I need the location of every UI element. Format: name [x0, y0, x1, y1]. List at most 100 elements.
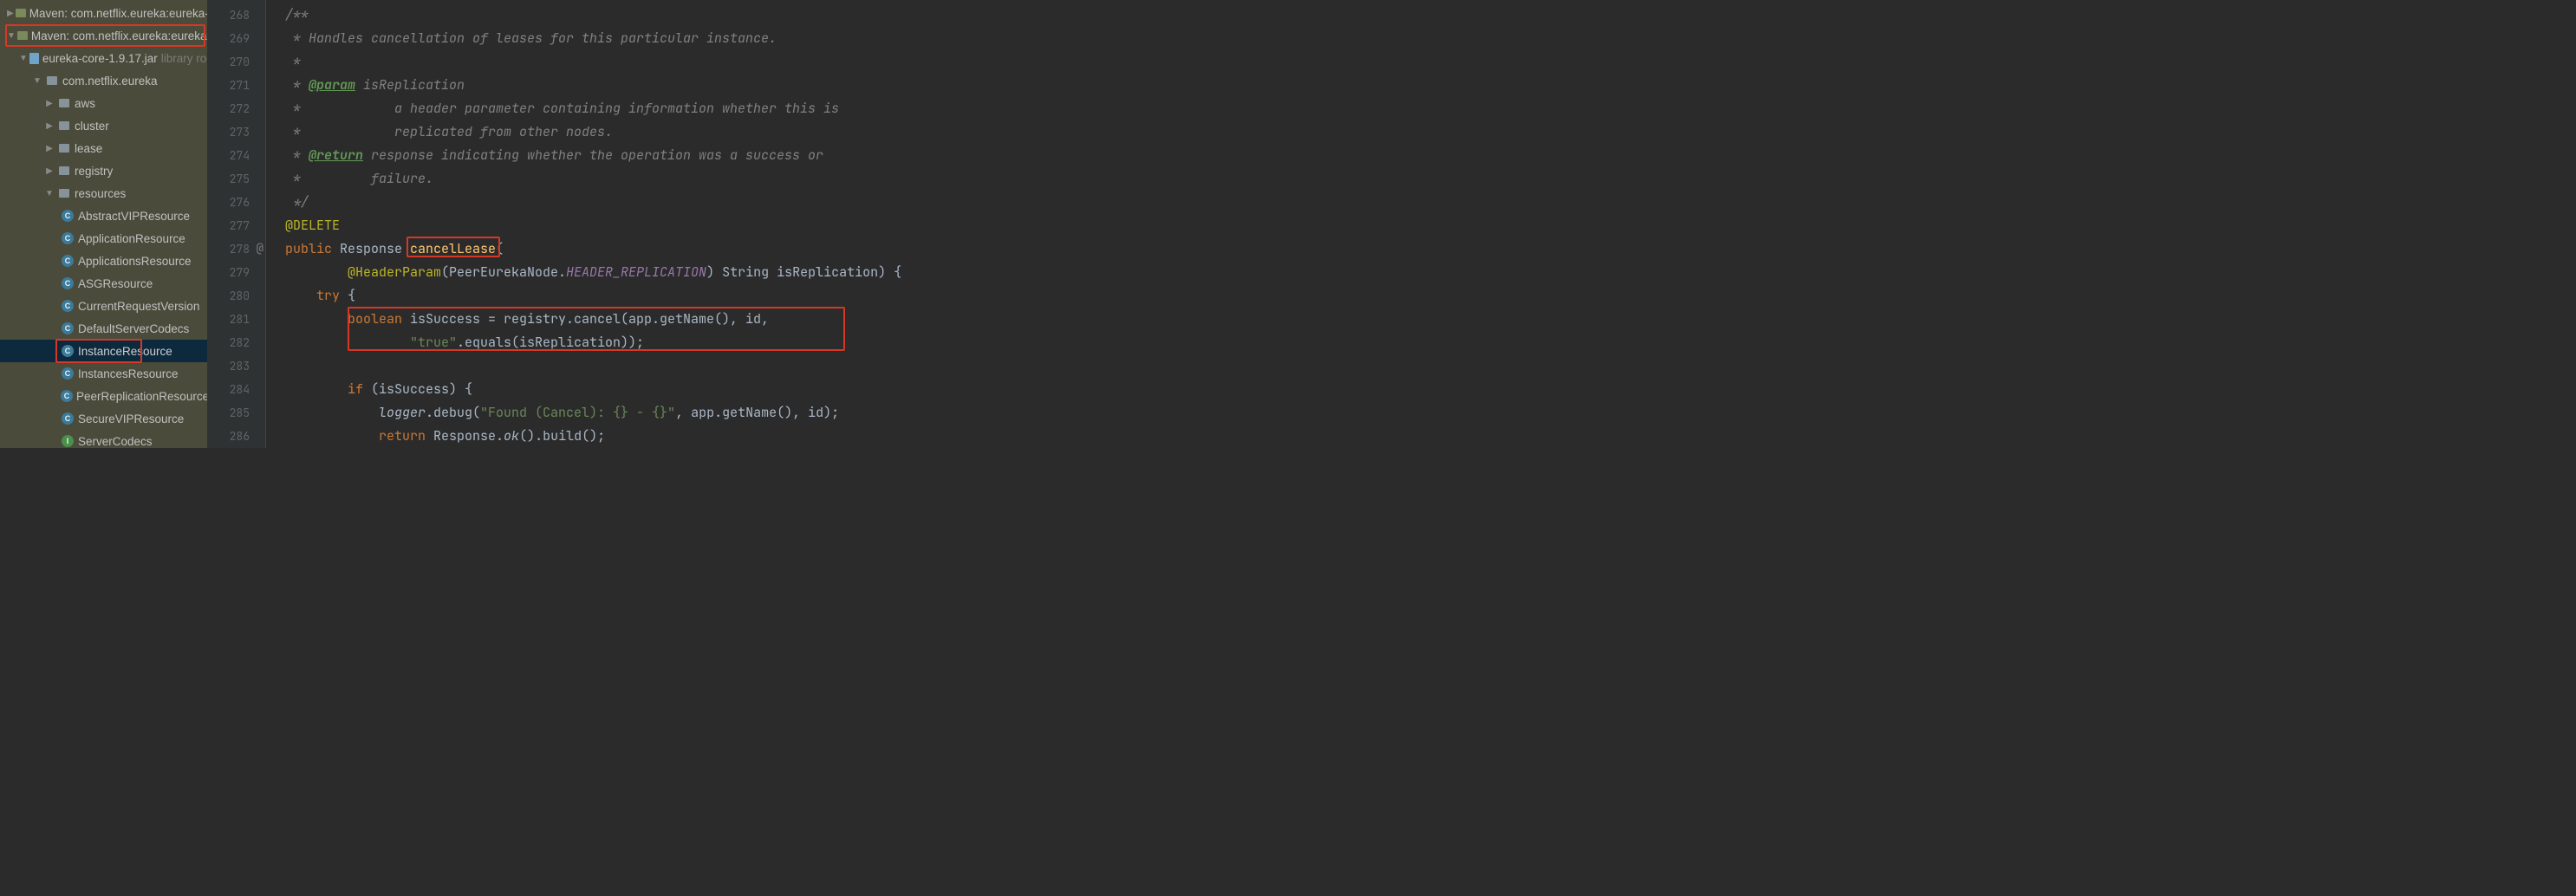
code-text: * a header parameter containing informat…: [285, 100, 839, 117]
line-number: 285: [207, 401, 265, 425]
tree-item-class[interactable]: CurrentRequestVersion: [0, 295, 207, 317]
class-icon: [61, 345, 75, 357]
tree-item-class[interactable]: AbstractVIPResource: [0, 205, 207, 227]
project-tree-sidebar[interactable]: ▶ Maven: com.netflix.eureka:eureka-clien…: [0, 0, 207, 448]
code-text: , app.getName(), id);: [675, 404, 839, 421]
tree-label: Maven: com.netflix.eureka:eureka-core:1.…: [31, 29, 207, 42]
line-number: 268: [207, 3, 265, 27]
line-number-gutter: 2682692702712722732742752762772782792802…: [207, 0, 266, 448]
line-number: 279: [207, 261, 265, 284]
jar-icon: [29, 53, 39, 64]
tree-item-eureka-core[interactable]: ▼ Maven: com.netflix.eureka:eureka-core:…: [0, 24, 207, 47]
tree-item-class[interactable]: InstancesResource: [0, 362, 207, 385]
string-literal: "true": [410, 334, 457, 351]
tree-item-registry[interactable]: ▶ registry: [0, 159, 207, 182]
chevron-right-icon: ▶: [43, 144, 55, 153]
tree-item-interface[interactable]: ServerCodecs: [0, 430, 207, 448]
tree-label: InstanceResource: [78, 345, 172, 358]
tree-item-instance-resource[interactable]: InstanceResource: [0, 340, 207, 362]
folder-icon: [45, 76, 59, 85]
keyword: if: [348, 380, 363, 398]
line-number: 286: [207, 425, 265, 448]
tree-label: InstancesResource: [78, 367, 179, 380]
line-number: 274: [207, 144, 265, 167]
line-number: 272: [207, 97, 265, 120]
code-text: */: [285, 193, 309, 211]
code-text: isSuccess = registry.cancel(app.getName(…: [402, 310, 769, 328]
keyword: boolean: [348, 310, 402, 328]
tree-label: ASGResource: [78, 277, 153, 290]
javadoc-tag: @return: [309, 146, 363, 164]
class-icon: [61, 300, 75, 312]
tree-label: lease: [75, 142, 102, 155]
code-text: Response: [332, 240, 410, 257]
code-text: /**: [285, 6, 309, 23]
tree-label: SecureVIPResource: [78, 412, 184, 425]
tree-item-package[interactable]: ▼ com.netflix.eureka: [0, 69, 207, 92]
folder-icon: [57, 144, 71, 153]
annotation: @DELETE: [285, 217, 340, 234]
tree-label: ApplicationResource: [78, 232, 185, 245]
tree-item-class[interactable]: PeerReplicationResource: [0, 385, 207, 407]
tree-label: eureka-core-1.9.17.jar: [42, 52, 158, 65]
tree-item-lease[interactable]: ▶ lease: [0, 137, 207, 159]
tree-item-class[interactable]: DefaultServerCodecs: [0, 317, 207, 340]
chevron-down-icon: ▼: [7, 31, 16, 41]
code-text: *: [285, 146, 309, 164]
tree-label: AbstractVIPResource: [78, 210, 190, 223]
code-text: ) String isReplication) {: [706, 263, 901, 281]
line-number: 275: [207, 167, 265, 191]
tree-label: CurrentRequestVersion: [78, 300, 199, 313]
line-number: 284: [207, 378, 265, 401]
line-number: 281: [207, 308, 265, 331]
code-content[interactable]: /** * Handles cancellation of leases for…: [266, 0, 1288, 448]
tree-item-eureka-client[interactable]: ▶ Maven: com.netflix.eureka:eureka-clien…: [0, 2, 207, 24]
keyword: return: [379, 427, 426, 445]
code-text: * failure.: [285, 170, 433, 187]
code-text: {: [340, 287, 355, 304]
tree-label: Maven: com.netflix.eureka:eureka-client:…: [29, 7, 207, 20]
tree-label: cluster: [75, 120, 109, 133]
class-icon: [61, 232, 75, 244]
tree-item-class[interactable]: ApplicationsResource: [0, 250, 207, 272]
interface-icon: [61, 435, 75, 447]
code-text: Response.: [426, 427, 504, 445]
tree-item-aws[interactable]: ▶ aws: [0, 92, 207, 114]
tree-label: com.netflix.eureka: [62, 75, 158, 88]
line-number: 273: [207, 120, 265, 144]
chevron-right-icon: ▶: [43, 121, 55, 131]
folder-icon: [57, 121, 71, 130]
chevron-right-icon: ▶: [43, 166, 55, 176]
class-icon: [61, 367, 75, 380]
method-name: cancelLease: [410, 240, 496, 257]
chevron-right-icon: ▶: [43, 99, 55, 108]
class-icon: [61, 322, 75, 334]
tree-label: PeerReplicationResource: [76, 390, 207, 403]
tree-item-jar[interactable]: ▼ eureka-core-1.9.17.jar library root: [0, 47, 207, 69]
code-text: *: [285, 53, 301, 70]
library-icon: [16, 9, 26, 17]
tree-item-class[interactable]: ApplicationResource: [0, 227, 207, 250]
tree-item-resources[interactable]: ▼ resources: [0, 182, 207, 205]
tree-item-cluster[interactable]: ▶ cluster: [0, 114, 207, 137]
line-number: 283: [207, 354, 265, 378]
override-gutter-icon[interactable]: @: [257, 241, 263, 256]
folder-icon: [57, 189, 71, 198]
code-editor[interactable]: 2682692702712722732742752762772782792802…: [207, 0, 1288, 448]
code-text: *: [285, 76, 309, 94]
line-number: 280: [207, 284, 265, 308]
chevron-down-icon: ▼: [43, 189, 55, 198]
string-literal: "Found (Cancel): {} - {}": [480, 404, 675, 421]
chevron-down-icon: ▼: [19, 54, 28, 63]
class-icon: [61, 255, 75, 267]
javadoc-tag: @param: [309, 76, 355, 94]
tree-item-class[interactable]: ASGResource: [0, 272, 207, 295]
identifier: logger: [379, 404, 426, 421]
folder-icon: [57, 99, 71, 107]
line-number: 282: [207, 331, 265, 354]
tree-label: ServerCodecs: [78, 435, 153, 448]
class-icon: [61, 412, 75, 425]
tree-label: ApplicationsResource: [78, 255, 192, 268]
tree-item-class[interactable]: SecureVIPResource: [0, 407, 207, 430]
keyword: try: [316, 287, 340, 304]
